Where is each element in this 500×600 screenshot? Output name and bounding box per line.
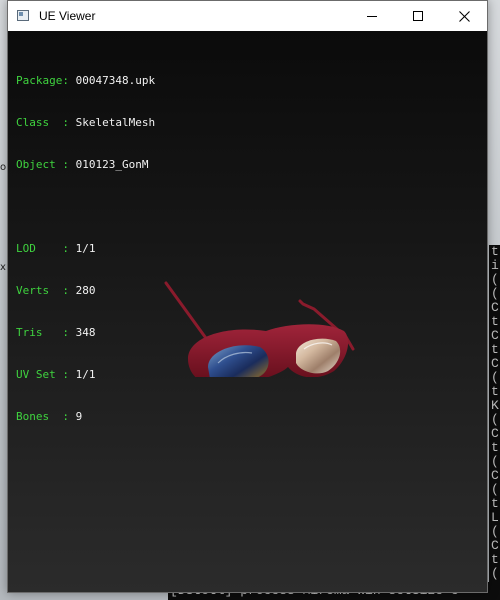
console-line: t [491,552,499,567]
console-line: C [491,468,499,483]
ue-viewer-window: UE Viewer Package: 00047348.upk Class : … [7,0,488,593]
console-line: ( [491,482,499,497]
info-bones: Bones : 9 [16,410,155,424]
info-package: Package: 00047348.upk [16,74,155,88]
info-label: Object [16,158,63,171]
info-value: 348 [75,326,96,339]
console-line: L [491,510,499,525]
console-line: ( [491,272,499,287]
info-value: 280 [75,284,96,297]
info-label: Verts [16,284,63,297]
console-line: t [491,496,499,511]
console-line: t [491,245,499,259]
info-separator: : [62,158,69,171]
3d-viewport[interactable]: Package: 00047348.upk Class : SkeletalMe… [8,31,487,592]
background-console-window: t i ( ( C t C t C ( t K ( C t ( C ( t L … [489,245,500,600]
info-verts: Verts : 280 [16,284,155,298]
info-separator: : [62,74,69,87]
close-button[interactable] [441,1,487,31]
console-line: C [491,538,499,553]
info-separator: : [62,116,69,129]
info-separator: : [62,410,69,423]
close-icon [458,10,470,22]
info-label: Tris [16,326,63,339]
info-lod: LOD : 1/1 [16,242,155,256]
background-mark: x [0,262,6,273]
info-value: 1/1 [75,242,96,255]
minimize-button[interactable] [349,1,395,31]
console-line: C [491,356,499,371]
info-label: Class [16,116,63,129]
info-separator: : [62,242,69,255]
console-line: t [491,342,499,357]
info-class: Class : SkeletalMesh [16,116,155,130]
info-separator: : [62,326,69,339]
info-value: 010123_GonM [75,158,149,171]
title-bar[interactable]: UE Viewer [8,1,487,31]
console-line: i [491,258,499,273]
info-label: Bones [16,410,63,423]
console-line: ( [491,370,499,385]
mesh-info-overlay: Package: 00047348.upk Class : SkeletalMe… [16,46,155,452]
info-value: SkeletalMesh [75,116,156,129]
maximize-icon [413,11,423,21]
info-label: Package [16,74,63,87]
console-line: ( [491,286,499,301]
console-line: C [491,426,499,441]
console-line: ( [491,566,499,581]
info-uvset: UV Set : 1/1 [16,368,155,382]
info-value: 9 [75,410,83,423]
info-object: Object : 010123_GonM [16,158,155,172]
sunglasses-mesh-render[interactable] [148,267,358,377]
console-line: C [491,328,499,343]
console-line: t [491,384,499,399]
info-value: 1/1 [75,368,96,381]
console-line: ( [491,412,499,427]
console-line: ( [491,454,499,469]
info-value: 00047348.upk [75,74,156,87]
info-label: UV Set [16,368,63,381]
background-mark: o [0,162,7,173]
info-label: LOD [16,242,63,255]
info-separator: : [62,368,69,381]
console-line: t [491,314,499,329]
info-tris: Tris : 348 [16,326,155,340]
console-line: t [491,440,499,455]
maximize-button[interactable] [395,1,441,31]
console-line: C [491,300,499,315]
console-line: K [491,398,499,413]
info-separator: : [62,284,69,297]
console-line: ( [491,524,499,539]
left-temple-arm [164,281,210,343]
app-window-icon [17,10,29,21]
window-title: UE Viewer [39,9,96,23]
minimize-icon [367,16,377,17]
